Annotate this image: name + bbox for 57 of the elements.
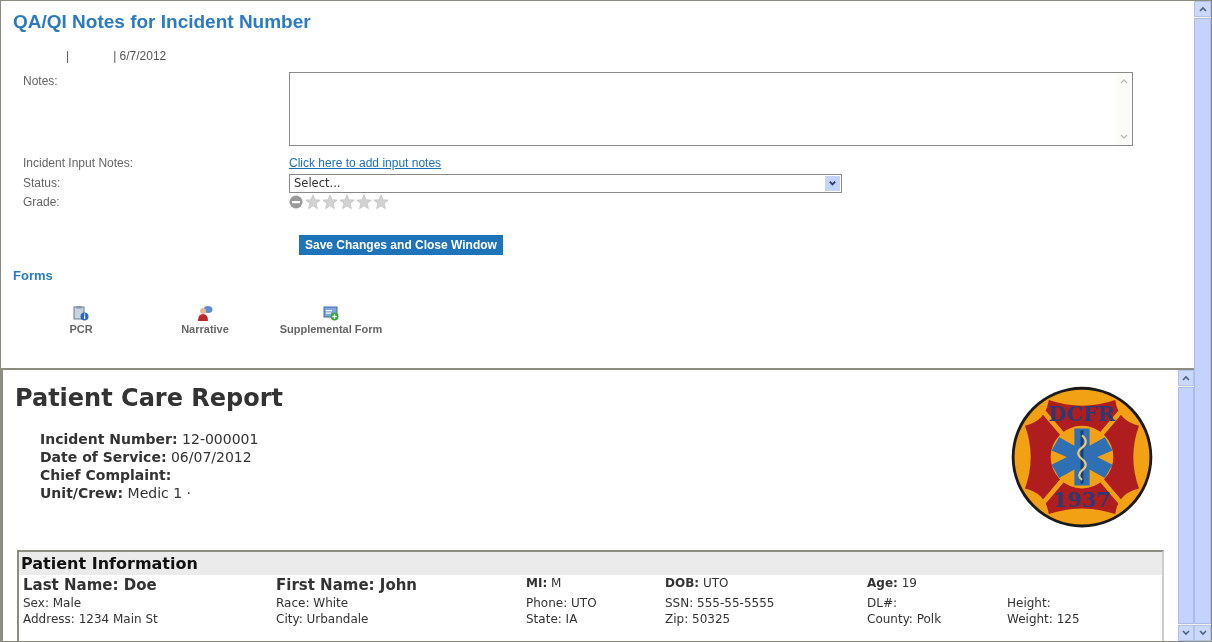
detail-line: Incident Number: 12-000001 — [40, 430, 260, 448]
report-title: Patient Care Report — [15, 384, 284, 412]
status-dropdown[interactable]: Select... — [289, 173, 842, 193]
person-speech-icon — [197, 305, 213, 321]
logo-text: DCFR — [1048, 401, 1116, 426]
field-label: Notes: — [22, 73, 59, 90]
info-field: DL#: — [867, 596, 1007, 610]
star-icon[interactable] — [373, 194, 389, 210]
clear-rating-icon[interactable] — [289, 195, 303, 209]
meta-text: | 6/7/2012 — [113, 49, 167, 63]
info-field: Race: White — [276, 596, 526, 610]
info-field: Sex: Male — [23, 596, 276, 610]
form-plus-icon — [323, 305, 339, 321]
detail-line: Date of Service: 06/07/2012 — [40, 448, 253, 466]
form-link[interactable]: PCR — [13, 305, 149, 335]
info-field: City: Urbandale — [276, 612, 526, 626]
detail-line: Unit/Crew: Medic 1 · — [40, 484, 193, 502]
star-icon[interactable] — [305, 194, 321, 210]
form-link[interactable]: Narrative — [149, 305, 261, 335]
info-field: Zip: 50325 — [665, 612, 867, 626]
star-icon[interactable] — [322, 194, 338, 210]
star-rating[interactable] — [305, 194, 389, 210]
clipboard-info-icon — [73, 305, 89, 321]
save-button[interactable]: Save Changes and Close Window — [299, 235, 503, 255]
star-icon[interactable] — [339, 194, 355, 210]
section-heading: Forms — [13, 268, 54, 283]
scroll-down-icon[interactable] — [1178, 625, 1194, 641]
field-label: Grade: — [22, 195, 61, 209]
star-icon[interactable] — [356, 194, 372, 210]
info-field: MI: M — [526, 576, 665, 594]
scroll-up-icon[interactable] — [1178, 370, 1194, 386]
field-label: Status: — [22, 176, 62, 190]
section-heading: Patient Information — [19, 552, 1162, 575]
scrollbar[interactable] — [1178, 370, 1194, 641]
info-field: Phone: UTO — [526, 596, 665, 610]
info-field: County: Polk — [867, 612, 1007, 626]
info-field: Height: — [1007, 596, 1158, 610]
field-label: Incident Input Notes: — [22, 156, 135, 170]
scrollbar[interactable] — [1194, 1, 1211, 641]
form-link[interactable]: Supplemental Form — [261, 305, 401, 335]
info-field: Age: 19 — [867, 576, 1007, 594]
panel-title: QA/QI Notes for Incident Number — [13, 11, 312, 33]
meta-text: | — [66, 49, 70, 63]
info-field: Address: 1234 Main St — [23, 612, 276, 626]
logo-text: 1937 — [1052, 486, 1112, 512]
name-field: Last Name: Doe — [23, 576, 276, 594]
info-field: State: IA — [526, 612, 665, 626]
info-field: Weight: 125 — [1007, 612, 1158, 626]
info-field: SSN: 555-55-5555 — [665, 596, 867, 610]
scrollbar[interactable] — [1116, 73, 1132, 145]
detail-line: Chief Complaint: — [40, 466, 173, 484]
scroll-down-icon[interactable] — [1194, 625, 1211, 641]
scroll-up-icon[interactable] — [1194, 1, 1211, 17]
notes-field[interactable] — [289, 72, 1133, 146]
name-field: First Name: John — [276, 576, 526, 594]
info-field: DOB: UTO — [665, 576, 867, 594]
add-notes-link[interactable]: Click here to add input notes — [289, 156, 442, 170]
